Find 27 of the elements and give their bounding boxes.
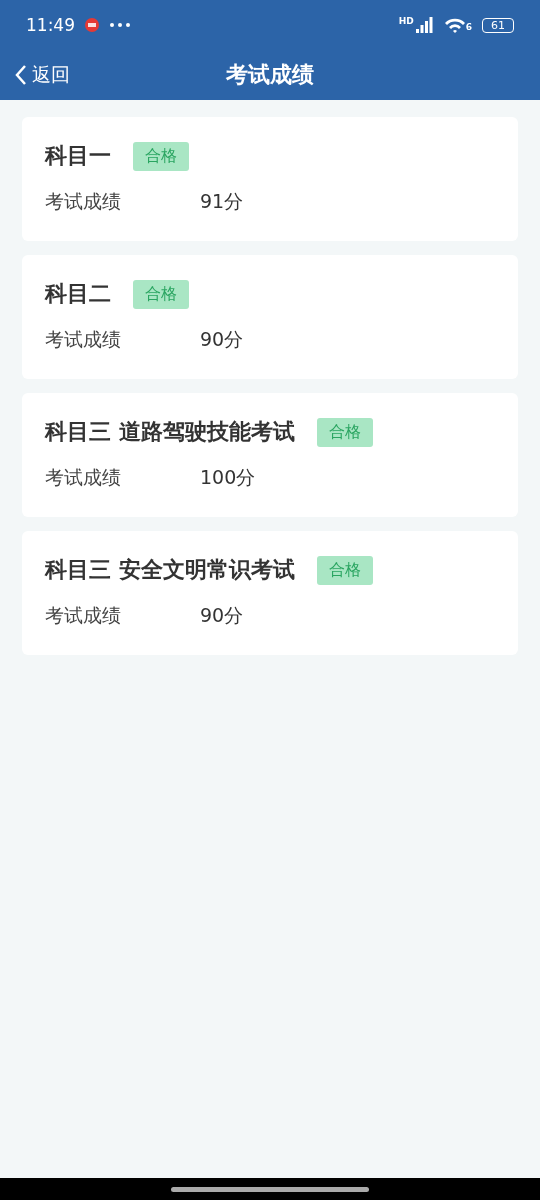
status-badge: 合格 bbox=[316, 417, 373, 447]
back-button[interactable]: 返回 bbox=[14, 62, 70, 88]
network-label: HD bbox=[398, 16, 414, 26]
score-label: 考试成绩 bbox=[45, 189, 122, 214]
subject-title: 科目三 安全文明常识考试 bbox=[45, 556, 295, 584]
page-title: 考试成绩 bbox=[226, 61, 314, 89]
status-time: 11:49 bbox=[26, 15, 75, 35]
score-label: 考试成绩 bbox=[45, 603, 122, 628]
status-badge: 合格 bbox=[316, 555, 373, 585]
wifi-icon bbox=[443, 17, 466, 33]
subject-title: 科目一 bbox=[45, 142, 111, 170]
status-badge: 合格 bbox=[133, 141, 189, 171]
score-value: 91分 bbox=[200, 189, 244, 214]
signal-icon bbox=[415, 17, 434, 33]
chevron-left-icon bbox=[14, 64, 28, 86]
wifi-label: 6 bbox=[465, 22, 472, 32]
status-badge: 合格 bbox=[133, 279, 189, 309]
score-value: 100分 bbox=[200, 465, 256, 490]
subject-title: 科目三 道路驾驶技能考试 bbox=[45, 418, 295, 446]
score-value: 90分 bbox=[200, 603, 244, 628]
more-icon bbox=[109, 22, 131, 28]
score-label: 考试成绩 bbox=[45, 327, 122, 352]
score-value: 90分 bbox=[200, 327, 244, 352]
subject-title: 科目二 bbox=[45, 280, 111, 308]
notification-icon bbox=[85, 18, 99, 32]
battery-indicator: 61 bbox=[482, 17, 514, 33]
score-label: 考试成绩 bbox=[45, 465, 122, 490]
